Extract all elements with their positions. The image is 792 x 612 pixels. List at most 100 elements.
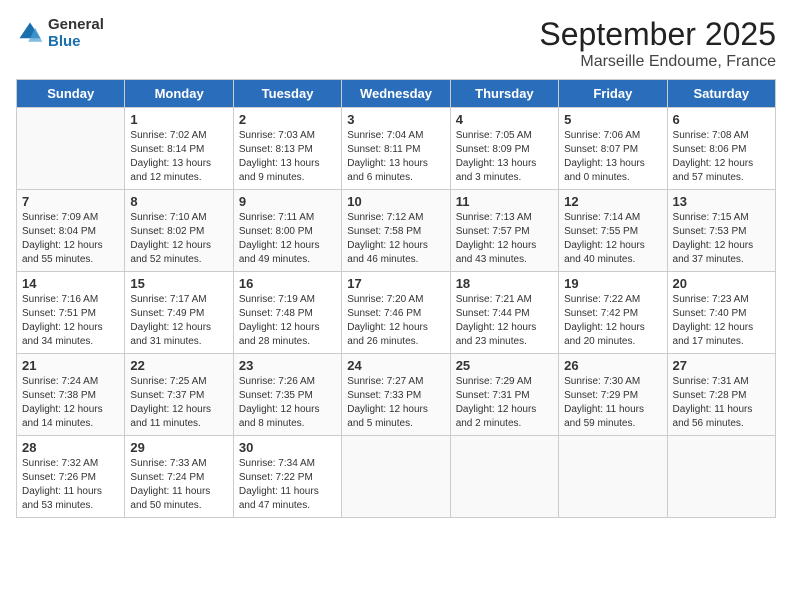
calendar-cell — [17, 108, 125, 190]
day-info: Sunrise: 7:21 AM Sunset: 7:44 PM Dayligh… — [456, 293, 553, 349]
day-number: 14 — [22, 276, 119, 291]
day-info: Sunrise: 7:32 AM Sunset: 7:26 PM Dayligh… — [22, 457, 119, 513]
day-number: 2 — [239, 112, 336, 127]
calendar-cell: 1 Sunrise: 7:02 AM Sunset: 8:14 PM Daylig… — [125, 108, 233, 190]
calendar-cell: 16Sunrise: 7:19 AM Sunset: 7:48 PM Dayli… — [233, 272, 341, 354]
calendar-cell: 7 Sunrise: 7:09 AM Sunset: 8:04 PM Daylig… — [17, 190, 125, 272]
day-info: Sunrise: 7:09 AM Sunset: 8:04 PM Dayligh… — [22, 211, 119, 267]
day-number: 28 — [22, 440, 119, 455]
logo-blue: Blue — [48, 33, 104, 50]
day-number: 17 — [347, 276, 444, 291]
day-number: 20 — [673, 276, 770, 291]
day-number: 1 — [130, 112, 227, 127]
day-info: Sunrise: 7:16 AM Sunset: 7:51 PM Dayligh… — [22, 293, 119, 349]
day-number: 6 — [673, 112, 770, 127]
calendar-cell: 15 Sunrise: 7:17 AM Sunset: 7:49 PM Dayli… — [125, 272, 233, 354]
day-info: Sunrise: 7:05 AM Sunset: 8:09 PM Dayligh… — [456, 129, 553, 185]
day-number: 5 — [564, 112, 661, 127]
day-info: Sunrise: 7:31 AM Sunset: 7:28 PM Dayligh… — [673, 375, 770, 431]
weekday-header-saturday: Saturday — [667, 80, 775, 108]
day-number: 19 — [564, 276, 661, 291]
day-info: Sunrise: 7:15 AM Sunset: 7:53 PM Dayligh… — [673, 211, 770, 267]
calendar-cell: 17 Sunrise: 7:20 AM Sunset: 7:46 PM Dayli… — [342, 272, 450, 354]
day-number: 3 — [347, 112, 444, 127]
calendar-cell — [667, 436, 775, 518]
weekday-header-sunday: Sunday — [17, 80, 125, 108]
weekday-header-monday: Monday — [125, 80, 233, 108]
calendar-cell: 29 Sunrise: 7:33 AM Sunset: 7:24 PM Dayli… — [125, 436, 233, 518]
calendar-cell: 22 Sunrise: 7:25 AM Sunset: 7:37 PM Dayli… — [125, 354, 233, 436]
calendar-cell: 19 Sunrise: 7:22 AM Sunset: 7:42 PM Dayli… — [559, 272, 667, 354]
calendar-cell: 14 Sunrise: 7:16 AM Sunset: 7:51 PM Dayli… — [17, 272, 125, 354]
day-info: Sunrise: 7:04 AM Sunset: 8:11 PM Dayligh… — [347, 129, 444, 185]
calendar-cell: 6 Sunrise: 7:08 AM Sunset: 8:06 PM Daylig… — [667, 108, 775, 190]
day-number: 25 — [456, 358, 553, 373]
day-info: Sunrise: 7:30 AM Sunset: 7:29 PM Dayligh… — [564, 375, 661, 431]
day-info: Sunrise: 7:03 AM Sunset: 8:13 PM Dayligh… — [239, 129, 336, 185]
day-info: Sunrise: 7:29 AM Sunset: 7:31 PM Dayligh… — [456, 375, 553, 431]
page-header: General Blue September 2025 Marseille En… — [16, 16, 776, 71]
day-number: 12 — [564, 194, 661, 209]
location-title: Marseille Endoume, France — [539, 53, 776, 71]
logo-icon — [16, 19, 44, 47]
day-number: 22 — [130, 358, 227, 373]
day-number: 7 — [22, 194, 119, 209]
calendar-body: 1 Sunrise: 7:02 AM Sunset: 8:14 PM Daylig… — [17, 108, 776, 518]
day-info: Sunrise: 7:02 AM Sunset: 8:14 PM Dayligh… — [130, 129, 227, 185]
day-number: 15 — [130, 276, 227, 291]
day-info: Sunrise: 7:22 AM Sunset: 7:42 PM Dayligh… — [564, 293, 661, 349]
day-info: Sunrise: 7:25 AM Sunset: 7:37 PM Dayligh… — [130, 375, 227, 431]
calendar-cell: 18 Sunrise: 7:21 AM Sunset: 7:44 PM Dayli… — [450, 272, 558, 354]
day-number: 13 — [673, 194, 770, 209]
month-title: September 2025 — [539, 16, 776, 53]
calendar-week-4: 21Sunrise: 7:24 AM Sunset: 7:38 PM Dayli… — [17, 354, 776, 436]
day-number: 26 — [564, 358, 661, 373]
calendar-cell: 9Sunrise: 7:11 AM Sunset: 8:00 PM Daylig… — [233, 190, 341, 272]
day-number: 4 — [456, 112, 553, 127]
day-info: Sunrise: 7:19 AM Sunset: 7:48 PM Dayligh… — [239, 293, 336, 349]
calendar-cell: 28 Sunrise: 7:32 AM Sunset: 7:26 PM Dayli… — [17, 436, 125, 518]
calendar-cell: 12 Sunrise: 7:14 AM Sunset: 7:55 PM Dayli… — [559, 190, 667, 272]
day-info: Sunrise: 7:20 AM Sunset: 7:46 PM Dayligh… — [347, 293, 444, 349]
day-info: Sunrise: 7:06 AM Sunset: 8:07 PM Dayligh… — [564, 129, 661, 185]
day-number: 30 — [239, 440, 336, 455]
weekday-header-row: SundayMondayTuesdayWednesdayThursdayFrid… — [17, 80, 776, 108]
weekday-header-friday: Friday — [559, 80, 667, 108]
weekday-header-wednesday: Wednesday — [342, 80, 450, 108]
calendar-cell: 11Sunrise: 7:13 AM Sunset: 7:57 PM Dayli… — [450, 190, 558, 272]
calendar-cell: 2 Sunrise: 7:03 AM Sunset: 8:13 PM Daylig… — [233, 108, 341, 190]
day-info: Sunrise: 7:14 AM Sunset: 7:55 PM Dayligh… — [564, 211, 661, 267]
day-info: Sunrise: 7:13 AM Sunset: 7:57 PM Dayligh… — [456, 211, 553, 267]
calendar-week-5: 28 Sunrise: 7:32 AM Sunset: 7:26 PM Dayli… — [17, 436, 776, 518]
calendar-cell: 21Sunrise: 7:24 AM Sunset: 7:38 PM Dayli… — [17, 354, 125, 436]
calendar-cell: 24Sunrise: 7:27 AM Sunset: 7:33 PM Dayli… — [342, 354, 450, 436]
calendar-cell — [450, 436, 558, 518]
calendar-cell: 3 Sunrise: 7:04 AM Sunset: 8:11 PM Daylig… — [342, 108, 450, 190]
calendar-cell: 4 Sunrise: 7:05 AM Sunset: 8:09 PM Daylig… — [450, 108, 558, 190]
day-number: 29 — [130, 440, 227, 455]
calendar-header: SundayMondayTuesdayWednesdayThursdayFrid… — [17, 80, 776, 108]
day-number: 18 — [456, 276, 553, 291]
calendar-cell — [559, 436, 667, 518]
day-info: Sunrise: 7:24 AM Sunset: 7:38 PM Dayligh… — [22, 375, 119, 431]
day-info: Sunrise: 7:33 AM Sunset: 7:24 PM Dayligh… — [130, 457, 227, 513]
logo: General Blue — [16, 16, 104, 50]
day-info: Sunrise: 7:08 AM Sunset: 8:06 PM Dayligh… — [673, 129, 770, 185]
title-block: September 2025 Marseille Endoume, France — [539, 16, 776, 71]
calendar-cell: 30Sunrise: 7:34 AM Sunset: 7:22 PM Dayli… — [233, 436, 341, 518]
calendar-cell: 10Sunrise: 7:12 AM Sunset: 7:58 PM Dayli… — [342, 190, 450, 272]
calendar-cell: 13 Sunrise: 7:15 AM Sunset: 7:53 PM Dayli… — [667, 190, 775, 272]
calendar-cell — [342, 436, 450, 518]
day-info: Sunrise: 7:26 AM Sunset: 7:35 PM Dayligh… — [239, 375, 336, 431]
day-info: Sunrise: 7:10 AM Sunset: 8:02 PM Dayligh… — [130, 211, 227, 267]
logo-general: General — [48, 16, 104, 33]
day-number: 8 — [130, 194, 227, 209]
day-number: 27 — [673, 358, 770, 373]
day-info: Sunrise: 7:23 AM Sunset: 7:40 PM Dayligh… — [673, 293, 770, 349]
calendar-cell: 5 Sunrise: 7:06 AM Sunset: 8:07 PM Daylig… — [559, 108, 667, 190]
day-number: 24 — [347, 358, 444, 373]
calendar-week-2: 7 Sunrise: 7:09 AM Sunset: 8:04 PM Daylig… — [17, 190, 776, 272]
logo-text: General Blue — [48, 16, 104, 50]
calendar-table: SundayMondayTuesdayWednesdayThursdayFrid… — [16, 79, 776, 518]
day-info: Sunrise: 7:17 AM Sunset: 7:49 PM Dayligh… — [130, 293, 227, 349]
